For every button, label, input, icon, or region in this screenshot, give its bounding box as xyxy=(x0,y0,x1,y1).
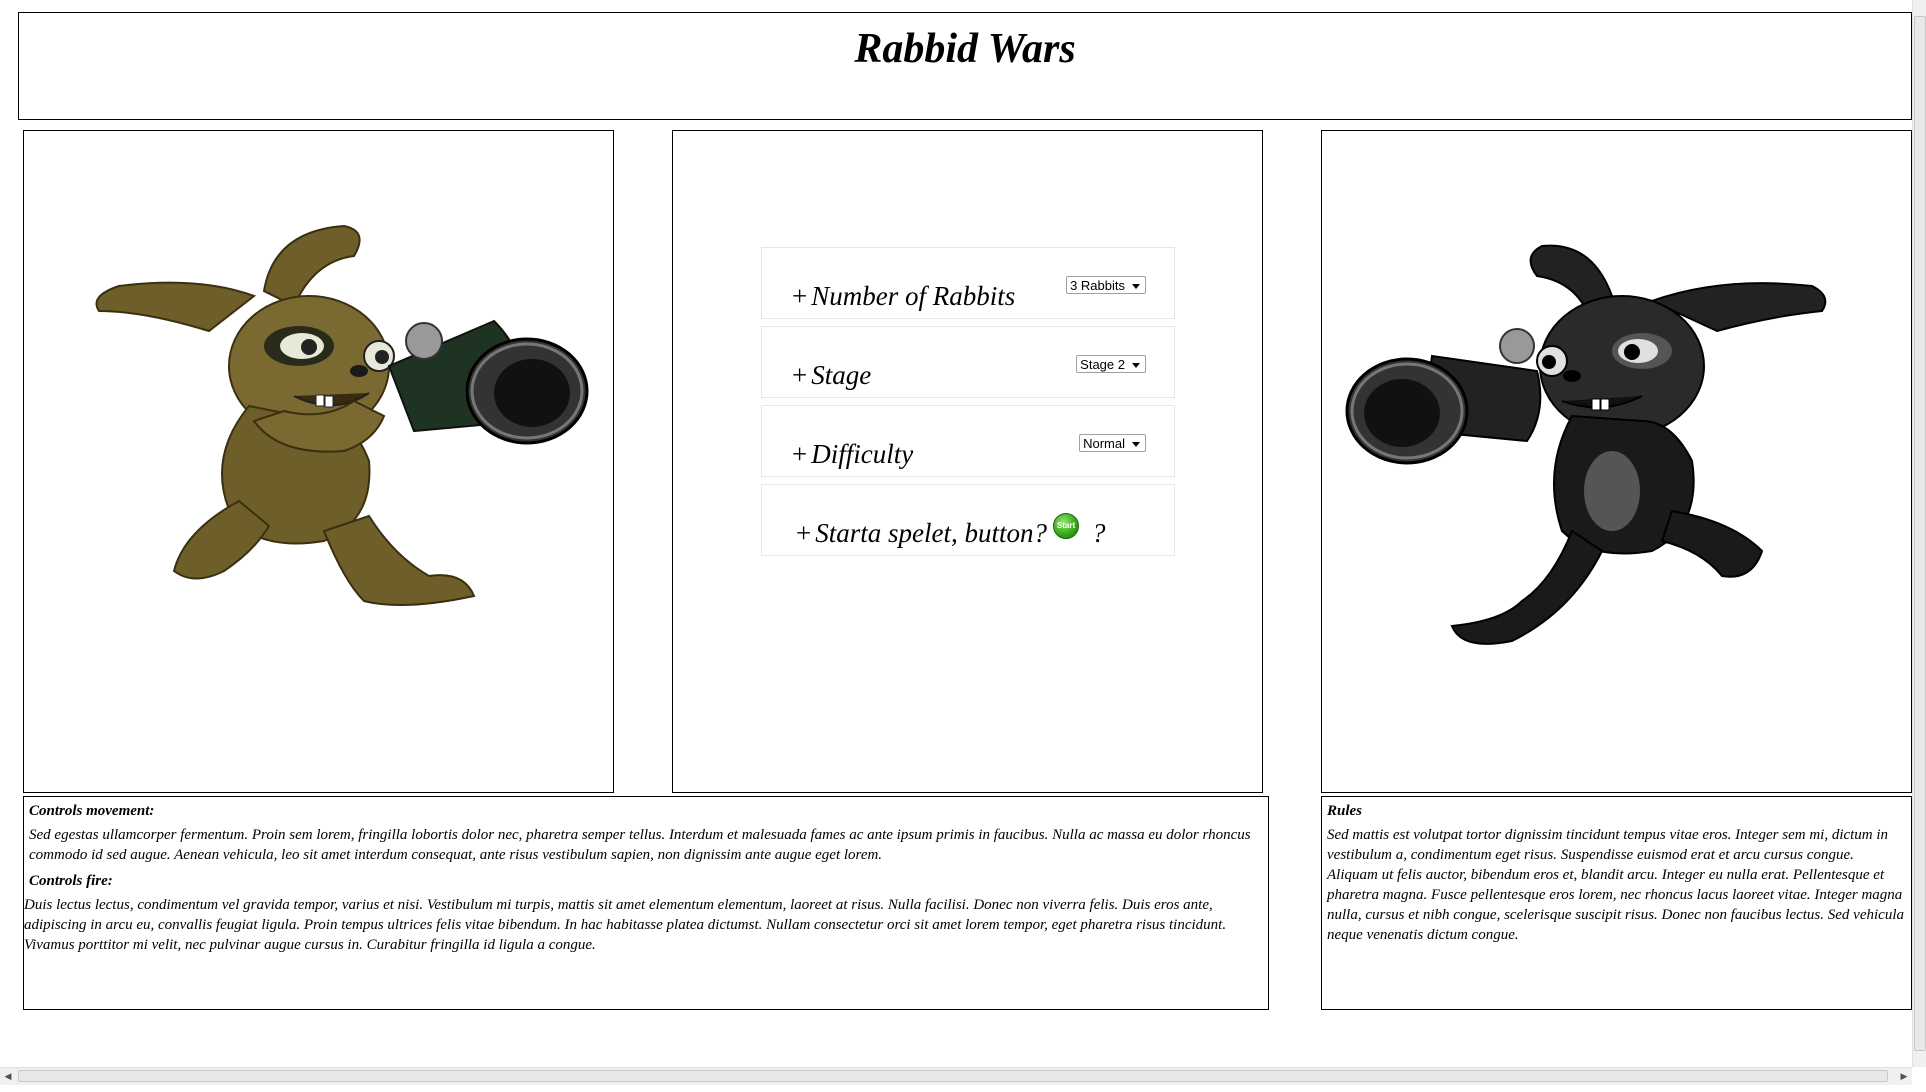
difficulty-select[interactable]: Normal xyxy=(1079,434,1146,452)
rabbits-option-label: + Number of Rabbits xyxy=(792,281,1015,312)
left-rabbid-panel xyxy=(23,130,614,793)
stage-option-row: + Stage Stage 2 xyxy=(761,326,1175,398)
rabbits-select[interactable]: 3 Rabbits xyxy=(1066,276,1146,294)
stage-option-label: + Stage xyxy=(792,360,871,391)
rabbits-select-value: 3 Rabbits xyxy=(1070,278,1125,293)
controls-fire-heading: Controls fire: xyxy=(29,873,113,889)
difficulty-select-value: Normal xyxy=(1083,436,1125,451)
start-option-row: + Starta spelet, button? Start ? xyxy=(761,484,1175,556)
scroll-left-icon[interactable]: ◀ xyxy=(0,1068,16,1085)
page-title: Rabbid Wars xyxy=(854,26,1076,72)
brown-rabbid-image xyxy=(95,224,589,606)
controls-movement-text: Sed egestas ullamcorper fermentum. Proin… xyxy=(29,827,1251,863)
chevron-down-icon xyxy=(1132,363,1140,368)
game-options-panel: + Number of Rabbits 3 Rabbits + Stage Stag… xyxy=(672,130,1263,793)
plus-icon: + xyxy=(792,360,808,390)
chevron-down-icon xyxy=(1132,284,1140,289)
stage-label-text: Stage xyxy=(811,360,872,390)
rules-heading: Rules xyxy=(1327,803,1363,819)
difficulty-option-label: + Difficulty xyxy=(792,439,913,470)
stage-select-value: Stage 2 xyxy=(1080,357,1125,372)
right-rabbid-panel xyxy=(1321,130,1912,793)
start-label-text: Starta spelet, button? xyxy=(815,518,1047,548)
stage-select[interactable]: Stage 2 xyxy=(1076,355,1146,373)
start-option-label: + Starta spelet, button? xyxy=(796,518,1047,549)
controls-box: Controls movement: Sed egestas ullamcorp… xyxy=(23,796,1269,1010)
difficulty-option-row: + Difficulty Normal xyxy=(761,405,1175,477)
vertical-scrollbar[interactable] xyxy=(1912,0,1926,1067)
plus-icon: + xyxy=(792,439,808,469)
horizontal-scroll-thumb[interactable] xyxy=(18,1070,1888,1082)
start-question-mark: ? xyxy=(1092,518,1106,548)
scroll-right-icon[interactable]: ▶ xyxy=(1896,1068,1912,1085)
start-button[interactable]: Start xyxy=(1053,513,1079,539)
horizontal-scrollbar[interactable]: ◀ ▶ xyxy=(0,1067,1912,1085)
controls-fire-text: Duis lectus lectus, condimentum vel grav… xyxy=(24,897,1227,953)
plus-icon: + xyxy=(796,518,812,548)
rabbits-label-text: Number of Rabbits xyxy=(811,281,1016,311)
black-rabbid-figure xyxy=(1345,244,1827,645)
black-rabbid-image xyxy=(1345,244,1827,645)
rules-text: Sed mattis est volutpat tortor dignissim… xyxy=(1327,827,1904,943)
header: Rabbid Wars xyxy=(18,12,1912,120)
vertical-scroll-thumb[interactable] xyxy=(1914,16,1926,1051)
chevron-down-icon xyxy=(1132,442,1140,447)
plus-icon: + xyxy=(792,281,808,311)
rabbits-option-row: + Number of Rabbits 3 Rabbits xyxy=(761,247,1175,319)
rules-box: Rules Sed mattis est volutpat tortor dig… xyxy=(1321,796,1912,1010)
difficulty-label-text: Difficulty xyxy=(811,439,914,469)
brown-rabbid-figure xyxy=(95,224,589,606)
controls-movement-heading: Controls movement: xyxy=(29,803,155,819)
